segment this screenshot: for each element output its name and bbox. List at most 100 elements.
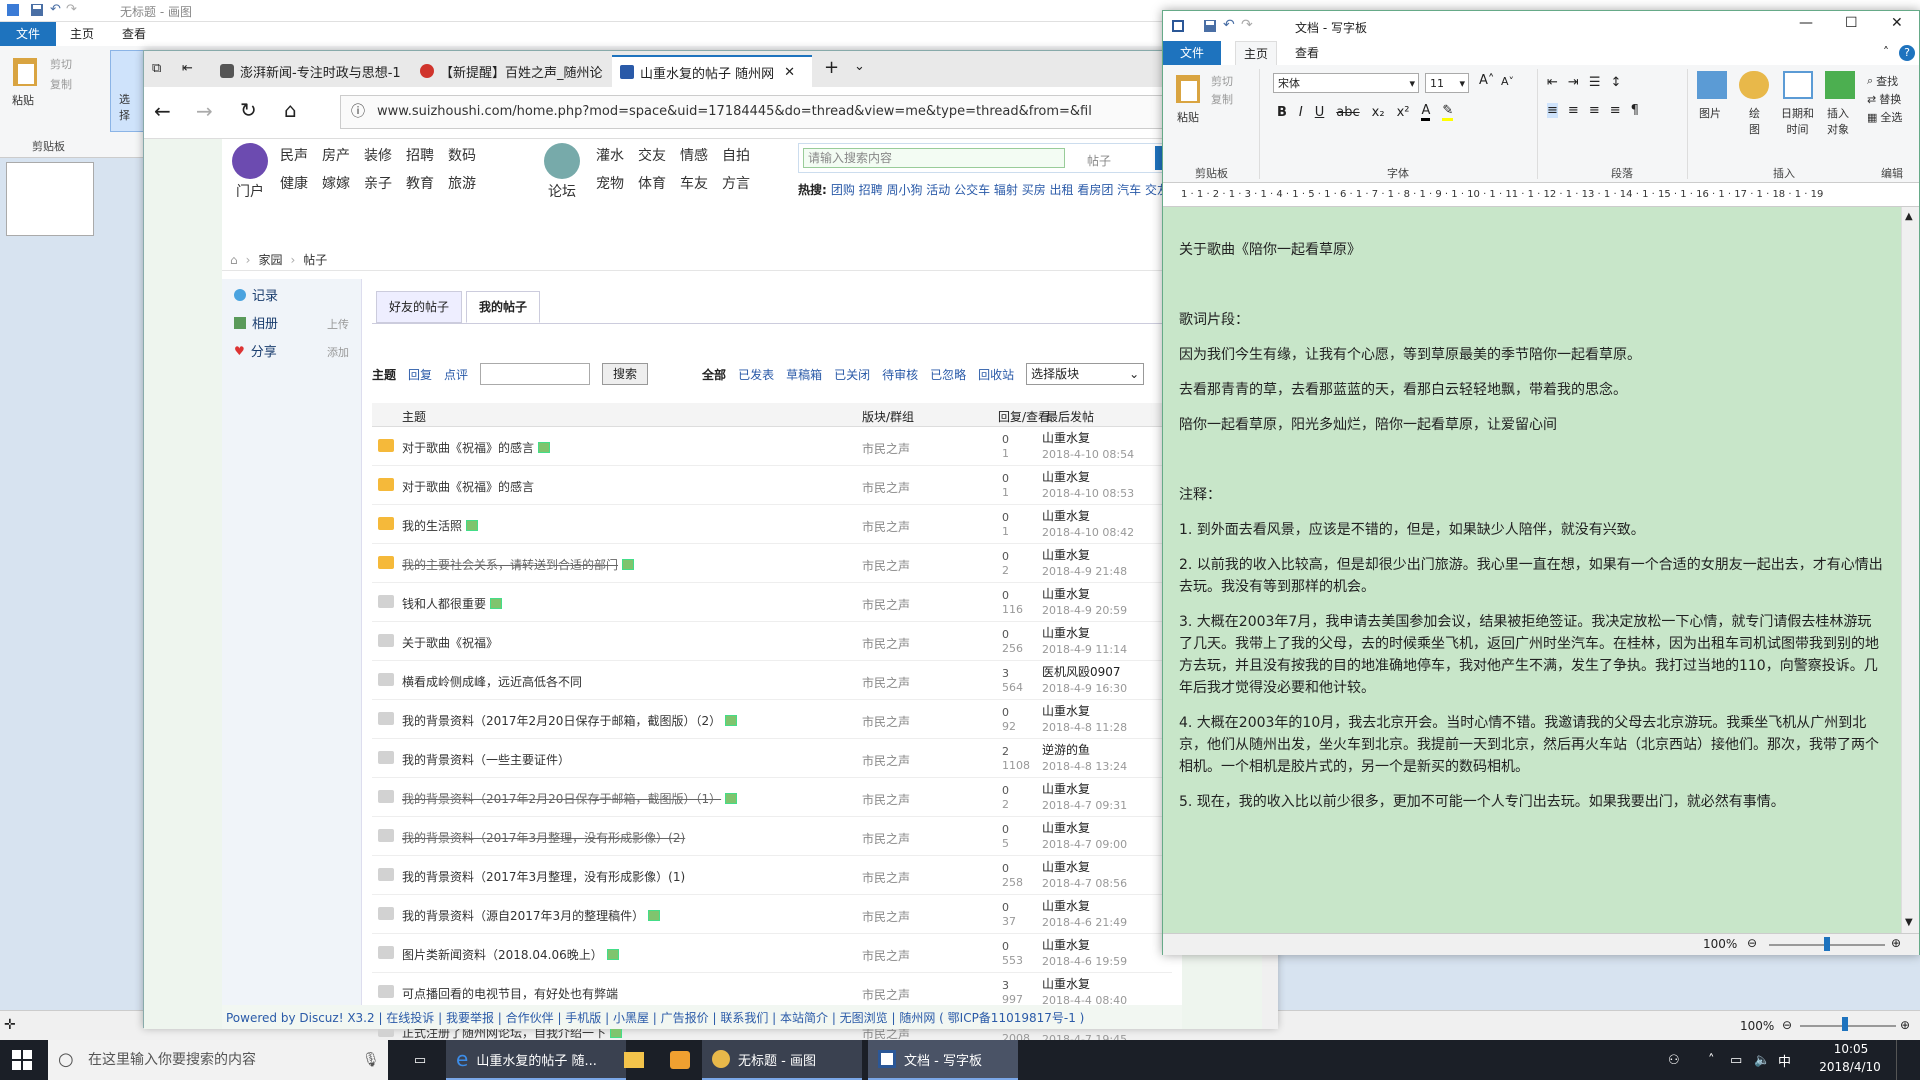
scroll-down-icon[interactable]: ▼ (1905, 917, 1913, 928)
insert-datetime-button[interactable]: 日期和 时间 (1781, 105, 1814, 137)
post-forum[interactable]: 市民之声 (862, 596, 910, 613)
last-poster[interactable]: 山重水复 (1042, 704, 1090, 718)
superscript-icon[interactable]: x² (1397, 105, 1410, 120)
paint-copy-button[interactable]: 复制 (50, 76, 72, 92)
post-subject-link[interactable]: 我的生活照 (402, 517, 479, 534)
redo-icon[interactable]: ↷ (66, 2, 77, 17)
nav-link[interactable]: 教育 (406, 173, 434, 193)
wp-paste-label[interactable]: 粘贴 (1177, 109, 1199, 125)
post-subject-link[interactable]: 横看成岭侧成峰，远近高低各不同 (402, 673, 582, 690)
table-row[interactable]: 图片类新闻资料（2018.04.06晚上） 市民之声 0 553 山重水复 2018-4-… (372, 934, 1172, 973)
tab-manager-icon[interactable]: ⧉ (152, 61, 161, 76)
chevron-up-icon[interactable]: ˄ (1883, 45, 1889, 59)
replace-button[interactable]: ⇄ 替换 (1867, 91, 1901, 107)
filter-reply[interactable]: 回复 (408, 366, 432, 383)
post-search-button[interactable]: 搜索 (602, 363, 649, 385)
post-forum[interactable]: 市民之声 (862, 986, 910, 1003)
post-forum[interactable]: 市民之声 (862, 869, 910, 886)
nav-link[interactable]: 旅游 (448, 173, 476, 193)
last-poster[interactable]: 山重水复 (1042, 548, 1090, 562)
wordpad-file-menu[interactable]: 文件 (1163, 41, 1221, 65)
justify-icon[interactable]: ≡ (1610, 103, 1621, 118)
table-row[interactable]: 我的生活照 市民之声 0 1 山重水复 2018-4-10 08:42 (372, 505, 1172, 544)
windows-start-icon[interactable] (12, 1050, 32, 1070)
table-row[interactable]: 对于歌曲《祝福》的感言 市民之声 0 1 山重水复 2018-4-10 08:53 (372, 466, 1172, 505)
post-forum[interactable]: 市民之声 (862, 752, 910, 769)
microphone-icon[interactable]: 🎙 (362, 1040, 380, 1080)
sidebar-item-share[interactable]: ♥ 分享 (234, 341, 277, 361)
input-method[interactable]: 中 (1778, 1040, 1798, 1080)
clock-time[interactable]: 10:05 (1816, 1042, 1886, 1056)
bullet-list-icon[interactable]: ☰ (1589, 75, 1601, 90)
help-icon[interactable]: ? (1899, 45, 1915, 61)
close-tab-icon[interactable]: ✕ (784, 65, 795, 80)
filter-recycle[interactable]: 回收站 (978, 366, 1014, 383)
insert-picture-button[interactable]: 图片 (1699, 105, 1721, 121)
network-icon[interactable]: ▭ (1730, 1040, 1750, 1080)
last-poster[interactable]: 医机风殴0907 (1042, 665, 1121, 679)
taskbar-item-wordpad[interactable]: 文档 - 写字板 (868, 1040, 1018, 1080)
wp-zoom-thumb[interactable] (1824, 937, 1830, 951)
line-spacing-icon[interactable]: ↕ (1610, 75, 1621, 90)
nav-link[interactable]: 亲子 (364, 173, 392, 193)
save-icon[interactable] (30, 3, 44, 17)
align-right-icon[interactable]: ≡ (1589, 103, 1600, 118)
table-row[interactable]: 钱和人都很重要 市民之声 0 116 山重水复 2018-4-9 20:59 (372, 583, 1172, 622)
footer-links[interactable]: Powered by Discuz! X3.2 | 在线投诉 | 我要举报 | … (222, 1009, 1084, 1026)
forum-link[interactable]: 论坛 (548, 181, 576, 201)
nav-link[interactable]: 装修 (364, 145, 392, 165)
taskbar-search[interactable]: ○ 在这里输入你要搜索的内容 🎙 (48, 1040, 388, 1080)
post-forum[interactable]: 市民之声 (862, 791, 910, 808)
last-poster[interactable]: 山重水复 (1042, 470, 1090, 484)
wp-cut-button[interactable]: 剪切 (1211, 73, 1233, 89)
underline-icon[interactable]: U (1315, 105, 1325, 120)
home-icon[interactable]: ⌂ (230, 253, 238, 267)
strikethrough-icon[interactable]: abc (1336, 105, 1359, 120)
browser-tab-3[interactable]: 山重水复的帖子 随州网 ✕ (612, 55, 812, 87)
portal-link[interactable]: 门户 (236, 181, 264, 201)
show-desktop-button[interactable] (1896, 1040, 1920, 1080)
site-search-input[interactable]: 请输入搜索内容 (803, 148, 1065, 168)
portal-icon[interactable] (232, 143, 268, 179)
post-forum[interactable]: 市民之声 (862, 635, 910, 652)
nav-link[interactable]: 情感 (680, 145, 708, 165)
volume-icon[interactable]: 🔈 (1754, 1040, 1774, 1080)
paste-icon[interactable] (1173, 71, 1203, 105)
back-icon[interactable]: ← (154, 99, 171, 123)
close-icon[interactable]: ✕ (1891, 15, 1903, 31)
url-bar[interactable]: ⓘ www.suizhoushi.com/home.php?mod=space&… (340, 95, 1200, 129)
breadcrumb-item[interactable]: 家园 (258, 251, 282, 268)
filter-pending[interactable]: 待审核 (882, 366, 918, 383)
document-scrollbar[interactable]: ▲ ▼ (1901, 207, 1919, 933)
subscript-icon[interactable]: x₂ (1372, 105, 1385, 120)
home-icon[interactable]: ⌂ (284, 98, 297, 122)
paint-tab-home[interactable]: 主页 (70, 22, 94, 46)
wordpad-tab-home[interactable]: 主页 (1235, 41, 1278, 65)
file-explorer-icon[interactable] (614, 1040, 654, 1080)
nav-link[interactable]: 民声 (280, 145, 308, 165)
refresh-icon[interactable]: ↻ (240, 98, 257, 122)
font-color-icon[interactable]: A (1421, 103, 1431, 121)
table-row[interactable]: 对于歌曲《祝福》的感言 市民之声 0 1 山重水复 2018-4-10 08:54 (372, 427, 1172, 466)
highlight-icon[interactable]: ✎ (1442, 103, 1454, 121)
post-subject-link[interactable]: 我的背景资料（2017年2月20日保存于邮箱，截图版）（2） (402, 712, 738, 729)
last-poster[interactable]: 山重水复 (1042, 509, 1090, 523)
chevron-up-icon[interactable]: ˄ (1708, 1040, 1724, 1080)
table-row[interactable]: 我的背景资料（2017年2月20日保存于邮箱，截图版）（2） 市民之声 0 92 山重水… (372, 700, 1172, 739)
nav-link[interactable]: 灌水 (596, 145, 624, 165)
font-family-select[interactable]: 宋体 ▾ (1273, 73, 1419, 93)
last-poster[interactable]: 山重水复 (1042, 860, 1090, 874)
wp-copy-button[interactable]: 复制 (1211, 91, 1233, 107)
paste-icon[interactable] (10, 54, 40, 88)
calendar-icon[interactable] (1783, 71, 1813, 99)
last-poster[interactable]: 山重水复 (1042, 587, 1090, 601)
grow-font-icon[interactable]: A˄ (1479, 73, 1494, 88)
filter-drafts[interactable]: 草稿箱 (786, 366, 822, 383)
taskbar-item-browser[interactable]: e 山重水复的帖子 随... (446, 1040, 626, 1080)
increase-indent-icon[interactable]: ⇥ (1568, 75, 1579, 90)
post-subject-link[interactable]: 我的背景资料（2017年3月整理，没有形成影像）(1) (402, 868, 685, 885)
nav-link[interactable]: 房产 (322, 145, 350, 165)
forward-icon[interactable]: → (196, 99, 213, 123)
italic-icon[interactable]: I (1299, 105, 1303, 120)
post-forum[interactable]: 市民之声 (862, 830, 910, 847)
